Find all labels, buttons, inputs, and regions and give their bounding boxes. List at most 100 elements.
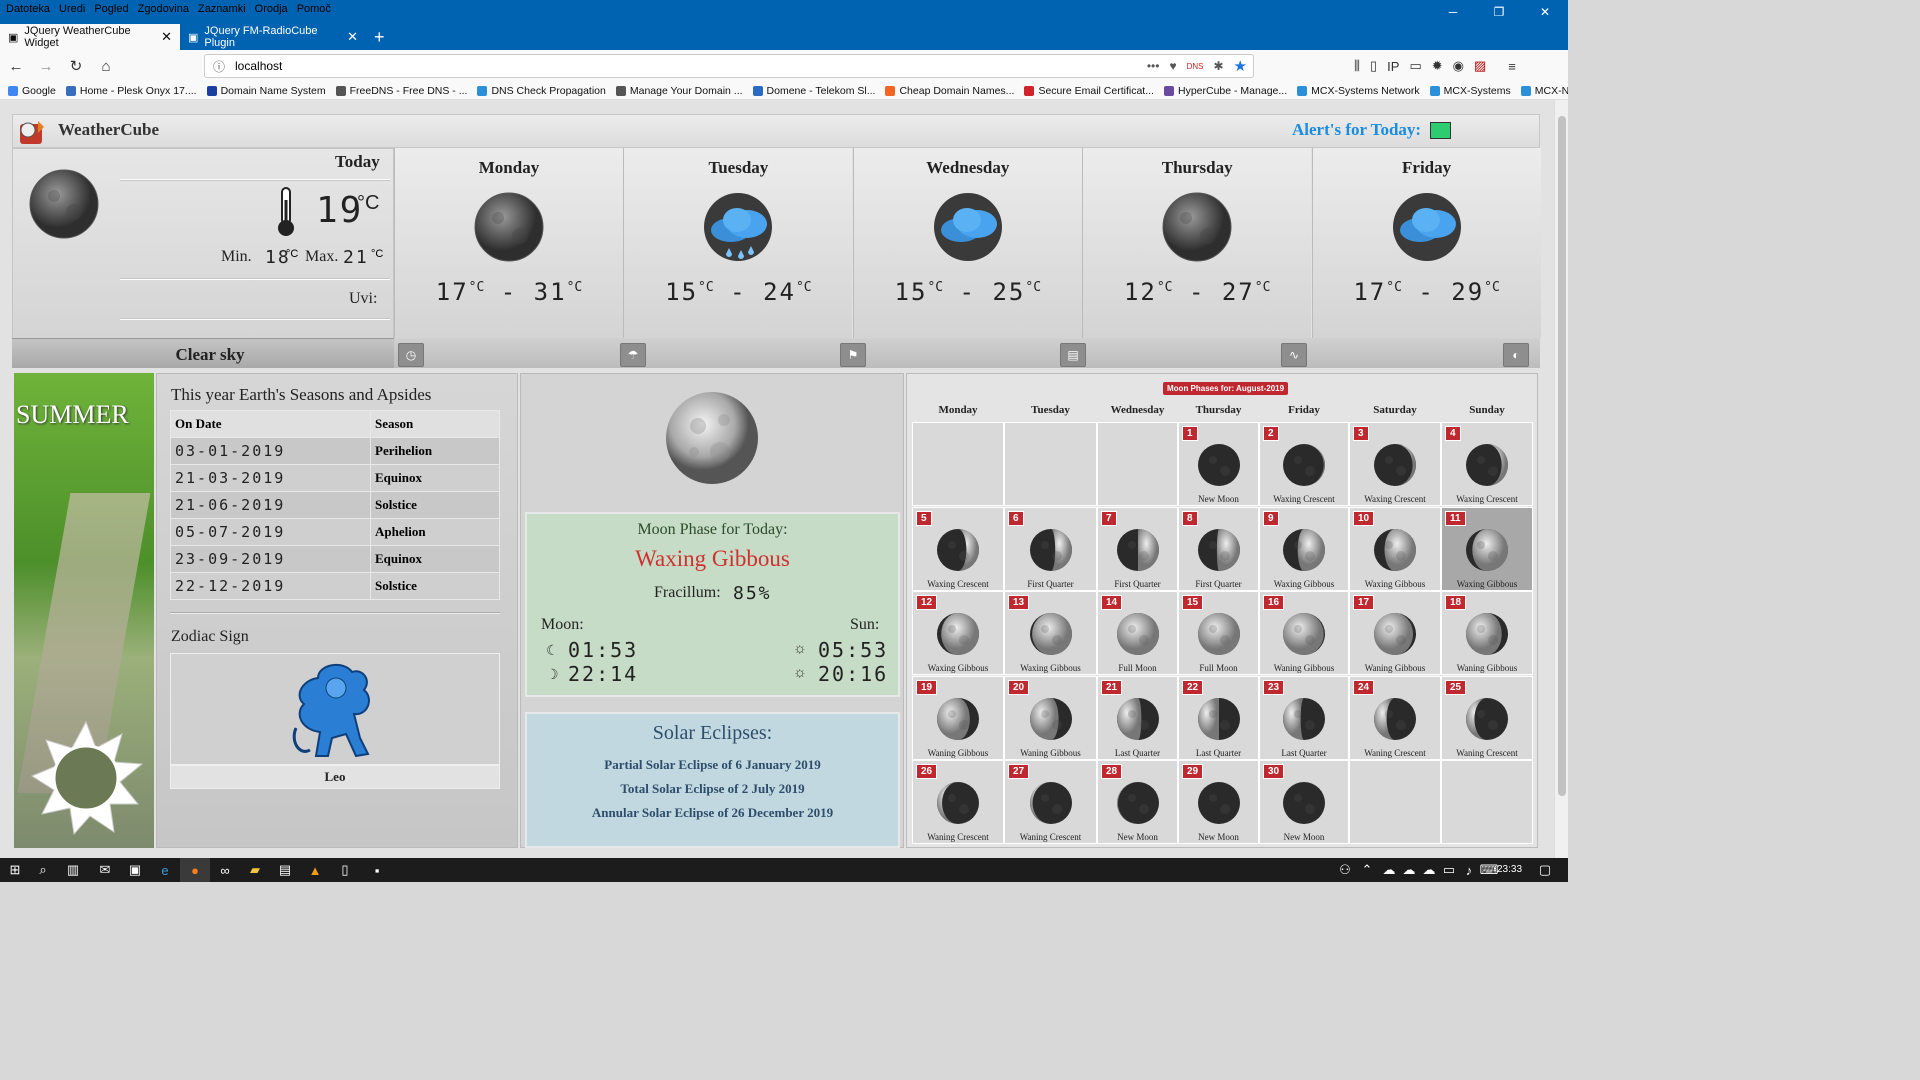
umbrella-icon[interactable]: ☂ xyxy=(620,343,646,367)
bookmark-star-icon[interactable]: ★ xyxy=(1234,57,1247,75)
calendar-day[interactable]: 2 Waxing Crescent xyxy=(1259,422,1349,506)
new-tab-button[interactable]: + xyxy=(366,24,393,50)
calendar-day[interactable]: 25 Waning Crescent xyxy=(1441,676,1533,760)
calendar-day[interactable]: 10 Waxing Gibbous xyxy=(1349,507,1441,591)
calendar-day[interactable]: 13 Waxing Gibbous xyxy=(1004,591,1097,675)
calendar-day[interactable]: 3 Waxing Crescent xyxy=(1349,422,1441,506)
screenshot-icon[interactable]: ▭ xyxy=(1409,58,1421,74)
pocket-icon[interactable]: ♥ xyxy=(1169,59,1176,73)
menu-help[interactable]: Pomoč xyxy=(297,3,331,15)
half-circle-icon[interactable]: ◐ xyxy=(1503,343,1529,367)
info-icon[interactable]: ⓘ xyxy=(213,58,225,75)
bookmark-item[interactable]: MCX-Systems xyxy=(1429,85,1511,97)
calendar-day[interactable]: 24 Waning Crescent xyxy=(1349,676,1441,760)
sidebar-icon[interactable]: ▯ xyxy=(1370,58,1377,74)
bookmark-item[interactable]: Home - Plesk Onyx 17.... xyxy=(65,85,197,97)
calendar-day[interactable]: 30 New Moon xyxy=(1259,760,1349,844)
calendar-day[interactable]: 9 Waxing Gibbous xyxy=(1259,507,1349,591)
page-actions-icon[interactable]: ••• xyxy=(1147,59,1160,73)
calendar-day[interactable]: 21 Last Quarter xyxy=(1097,676,1178,760)
app-icon[interactable]: ▤ xyxy=(270,858,300,882)
alert-indicator[interactable] xyxy=(1430,122,1451,139)
search-icon[interactable]: ⌕ xyxy=(28,858,58,882)
bookmark-item[interactable]: Secure Email Certificat... xyxy=(1024,85,1154,97)
calendar-day[interactable]: 16 Waning Gibbous xyxy=(1259,591,1349,675)
calendar-day[interactable]: 26 Waning Crescent xyxy=(912,760,1004,844)
arduino-icon[interactable]: ∞ xyxy=(210,858,240,882)
bookmark-item[interactable]: MCX-Network xyxy=(1520,85,1568,97)
menu-edit[interactable]: Uredi xyxy=(59,3,85,15)
forward-button[interactable]: → xyxy=(32,52,60,80)
menu-view[interactable]: Pogled xyxy=(94,3,128,15)
calendar-day[interactable]: 19 Waning Gibbous xyxy=(912,676,1004,760)
calendar-day[interactable]: 18 Waning Gibbous xyxy=(1441,591,1533,675)
restore-button[interactable]: ❐ xyxy=(1476,0,1522,24)
tab-radiocube[interactable]: ▣ JQuery FM-RadioCube Plugin ✕ xyxy=(180,24,366,50)
address-bar[interactable]: ⓘ localhost ••• ♥ DNS ✱ ★ xyxy=(204,54,1254,78)
tab-weathercube[interactable]: ▣ JQuery WeatherCube Widget ✕ xyxy=(0,24,180,50)
notifications-icon[interactable]: ▢ xyxy=(1530,858,1560,882)
task-view-icon[interactable]: ▥ xyxy=(58,858,88,882)
file-explorer-icon[interactable]: ▰ xyxy=(240,858,270,882)
menu-file[interactable]: Datoteka xyxy=(6,3,50,15)
close-tab-icon[interactable]: ✕ xyxy=(347,29,358,45)
minimize-button[interactable]: ─ xyxy=(1430,0,1476,24)
calendar-day[interactable]: 23 Last Quarter xyxy=(1259,676,1349,760)
calendar-day[interactable]: 22 Last Quarter xyxy=(1178,676,1259,760)
calendar-day[interactable]: 4 Waxing Crescent xyxy=(1441,422,1533,506)
calendar-day[interactable]: 27 Waning Crescent xyxy=(1004,760,1097,844)
notepad-icon[interactable]: ▯ xyxy=(330,858,360,882)
menu-bookmarks[interactable]: Zaznamki xyxy=(198,3,246,15)
flag-icon[interactable]: ⚑ xyxy=(840,343,866,367)
clock-time[interactable]: 23:33 xyxy=(1497,864,1522,875)
pdf-icon[interactable]: ▨ xyxy=(1474,58,1486,74)
back-button[interactable]: ← xyxy=(2,52,30,80)
bookmark-item[interactable]: Cheap Domain Names... xyxy=(885,85,1014,97)
calendar-day[interactable]: 29 New Moon xyxy=(1178,760,1259,844)
account-icon[interactable]: ◉ xyxy=(1453,58,1464,74)
firefox-icon[interactable]: ● xyxy=(180,858,210,882)
calendar-day[interactable]: 20 Waning Gibbous xyxy=(1004,676,1097,760)
bookmark-item[interactable]: Google xyxy=(8,85,56,97)
document-icon[interactable]: ▤ xyxy=(1060,343,1086,367)
extension-icon[interactable]: ✱ xyxy=(1213,59,1223,73)
extension-icon[interactable]: ✹ xyxy=(1432,58,1443,74)
bookmark-item[interactable]: FreeDNS - Free DNS - ... xyxy=(335,85,467,97)
calendar-day[interactable]: 5 Waxing Crescent xyxy=(912,507,1004,591)
bookmark-item[interactable]: Domene - Telekom Sl... xyxy=(752,85,875,97)
bookmark-item[interactable]: HyperCube - Manage... xyxy=(1163,85,1287,97)
calendar-day[interactable]: 6 First Quarter xyxy=(1004,507,1097,591)
menu-icon[interactable]: ≡ xyxy=(1508,59,1516,74)
menu-tools[interactable]: Orodja xyxy=(255,3,288,15)
calendar-day[interactable]: 15 Full Moon xyxy=(1178,591,1259,675)
bookmark-item[interactable]: Domain Name System xyxy=(206,85,326,97)
bookmark-item[interactable]: MCX-Systems Network xyxy=(1297,85,1420,97)
mail-icon[interactable]: ✉ xyxy=(90,858,120,882)
calendar-day[interactable]: 28 New Moon xyxy=(1097,760,1178,844)
windows-start-icon[interactable]: ⊞ xyxy=(0,858,30,882)
library-icon[interactable]: ⫼ xyxy=(1354,58,1360,74)
clock-icon[interactable]: ◷ xyxy=(398,343,424,367)
calendar-day[interactable]: 7 First Quarter xyxy=(1097,507,1178,591)
menu-history[interactable]: Zgodovina xyxy=(138,3,189,15)
bookmark-item[interactable]: DNS Check Propagation xyxy=(477,85,606,97)
terminal-icon[interactable]: ▪ xyxy=(362,858,392,882)
vlc-icon[interactable]: ▲ xyxy=(300,858,330,882)
dns-badge[interactable]: DNS xyxy=(1187,62,1204,71)
calendar-day[interactable]: 17 Waning Gibbous xyxy=(1349,591,1441,675)
calendar-day[interactable]: 1 New Moon xyxy=(1178,422,1259,506)
calendar-day[interactable]: 12 Waxing Gibbous xyxy=(912,591,1004,675)
pulse-icon[interactable]: ∿ xyxy=(1281,343,1307,367)
bookmark-item[interactable]: Manage Your Domain ... xyxy=(615,85,743,97)
calendar-day[interactable]: 8 First Quarter xyxy=(1178,507,1259,591)
store-icon[interactable]: ▣ xyxy=(120,858,150,882)
ip-icon[interactable]: IP xyxy=(1387,59,1399,74)
close-tab-icon[interactable]: ✕ xyxy=(161,29,172,45)
home-button[interactable]: ⌂ xyxy=(92,52,120,80)
close-window-button[interactable]: ✕ xyxy=(1522,0,1568,24)
reload-button[interactable]: ↻ xyxy=(62,52,90,80)
calendar-day[interactable]: 11 Waxing Gibbous xyxy=(1441,507,1533,591)
edge-icon[interactable]: e xyxy=(150,858,180,882)
page-scrollbar[interactable] xyxy=(1554,100,1568,858)
calendar-day[interactable]: 14 Full Moon xyxy=(1097,591,1178,675)
